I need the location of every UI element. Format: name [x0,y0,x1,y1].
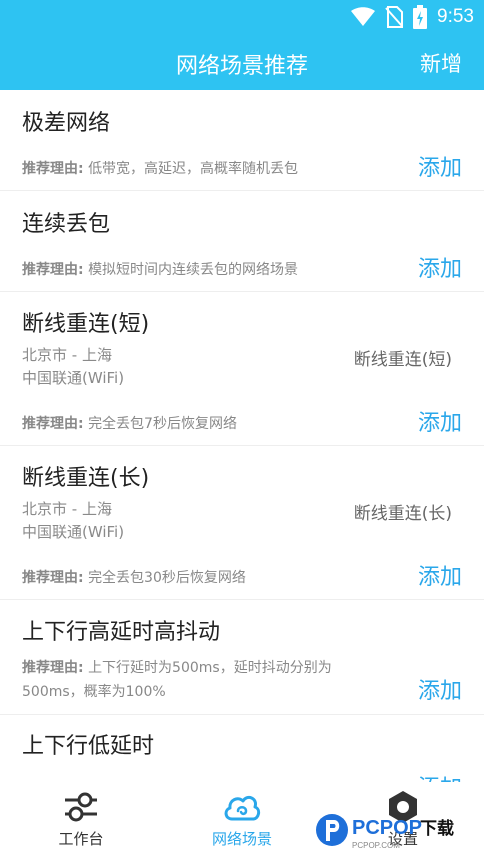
cloud-icon [224,795,261,821]
scenario-card: 上下行高延时高抖动 推荐理由: 上下行延时为500ms，延时抖动分别为500ms… [0,600,484,715]
scenario-carrier: 中国联通(WiFi) [22,369,125,387]
watermark-logo: PCPOP 下载 PCPOP.COM [314,808,474,854]
battery-charging-icon [413,5,428,29]
status-bar: 9:53 [0,0,484,34]
tab-label: 工作台 [58,830,104,848]
scenario-location: 北京市 - 上海 [22,500,112,518]
scenario-title: 断线重连(长) [22,466,150,491]
scenario-carrier: 中国联通(WiFi) [22,523,125,541]
tab-label: 网络场景 [211,830,272,848]
tab-workbench[interactable]: 工作台 [16,790,146,849]
scenario-location: 北京市 - 上海 [22,346,112,364]
pcpop-logo-icon: PCPOP 下载 PCPOP.COM [316,814,454,850]
scenario-title: 断线重连(短) [22,312,150,337]
reason-label: 推荐理由: [22,262,84,278]
scenario-type: 断线重连(短) [353,350,452,370]
scenario-title: 连续丢包 [22,212,111,237]
scenario-title: 上下行低延时 [22,734,155,759]
scenario-card: 连续丢包 推荐理由: 模拟短时间内连续丢包的网络场景 添加 [0,191,484,292]
reason-text: 低带宽，高延迟，高概率随机丢包 [88,161,299,177]
svg-text:PCPOP: PCPOP [352,817,422,839]
add-button[interactable]: 添加 [418,405,462,437]
scenario-reason: 推荐理由: 模拟短时间内连续丢包的网络场景 [22,258,352,282]
scenario-type: 断线重连(长) [353,504,452,524]
scenario-title: 上下行高延时高抖动 [22,620,221,645]
reason-label: 推荐理由: [22,416,84,432]
scenario-reason: 推荐理由: 完全丢包7秒后恢复网络 [22,412,352,436]
reason-label: 推荐理由: [22,660,84,676]
scenario-card: 上下行低延时 添加 [0,715,484,782]
scenario-card: 极差网络 推荐理由: 低带宽，高延迟，高概率随机丢包 添加 [0,90,484,191]
scenario-card: 断线重连(长) 北京市 - 上海 中国联通(WiFi) 断线重连(长) 推荐理由… [0,446,484,600]
scenario-list[interactable]: 极差网络 推荐理由: 低带宽，高延迟，高概率随机丢包 添加 连续丢包 推荐理由:… [0,90,484,782]
reason-text: 完全丢包30秒后恢复网络 [88,570,246,586]
svg-text:PCPOP.COM: PCPOP.COM [352,841,400,850]
scenario-reason: 推荐理由: 完全丢包30秒后恢复网络 [22,566,352,590]
page-title: 网络场景推荐 [175,54,308,79]
scenario-title: 极差网络 [22,111,111,136]
no-sim-icon [385,6,404,28]
wifi-icon [351,7,376,26]
app-bar: 网络场景推荐 新增 [0,34,484,90]
add-button[interactable]: 添加 [418,150,462,182]
svg-text:下载: 下载 [420,818,454,839]
reason-text: 模拟短时间内连续丢包的网络场景 [88,262,299,278]
add-button[interactable]: 添加 [418,770,462,782]
scenario-reason: 推荐理由: 低带宽，高延迟，高概率随机丢包 [22,157,352,181]
reason-label: 推荐理由: [22,570,84,586]
add-button[interactable]: 添加 [418,251,462,283]
scenario-reason: 推荐理由: 上下行延时为500ms，延时抖动分别为500ms，概率为100% [22,656,352,704]
scenario-card: 断线重连(短) 北京市 - 上海 中国联通(WiFi) 断线重连(短) 推荐理由… [0,292,484,446]
status-icons: 9:53 [351,4,474,30]
add-button[interactable]: 添加 [418,673,462,705]
sliders-icon [65,792,97,822]
reason-text: 完全丢包7秒后恢复网络 [88,416,237,432]
status-time: 9:53 [437,6,474,27]
add-button[interactable]: 添加 [418,559,462,591]
tab-network-scenes[interactable]: 网络场景 [177,790,307,849]
reason-label: 推荐理由: [22,161,84,177]
add-new-button[interactable]: 新增 [420,48,462,78]
